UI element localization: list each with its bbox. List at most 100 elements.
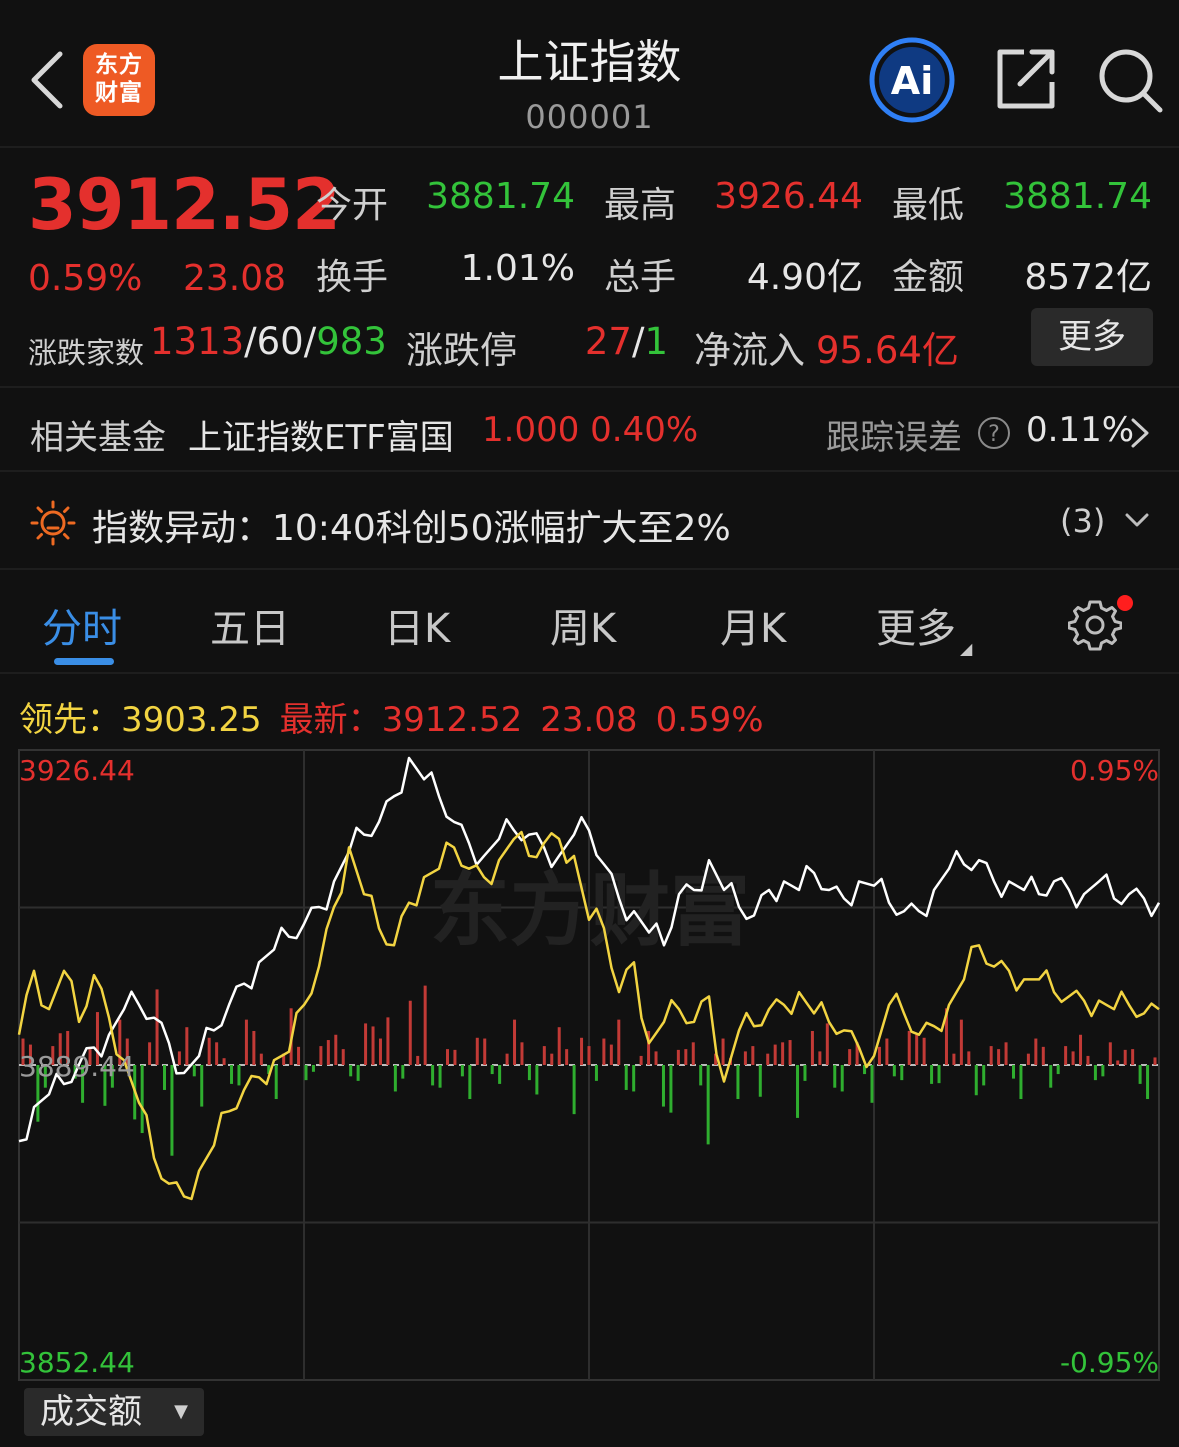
limit-up-count: 27	[584, 320, 632, 363]
volume-bar	[684, 1049, 688, 1065]
tab-more[interactable]: 更多 ◢	[876, 596, 972, 658]
volume-bar	[639, 1055, 643, 1065]
chevron-down-icon[interactable]	[1124, 510, 1150, 530]
volume-bar	[743, 1051, 747, 1065]
volume-bar	[803, 1065, 807, 1081]
volume-bar	[259, 1053, 263, 1065]
volume-bar	[751, 1046, 755, 1065]
volume-bar	[1026, 1053, 1030, 1065]
volume-bar	[572, 1065, 576, 1115]
tab-five-day[interactable]: 五日	[210, 596, 290, 654]
fund-name: 上证指数ETF富国	[188, 418, 454, 458]
notification-dot	[1117, 595, 1133, 611]
volume-bar	[371, 1026, 375, 1065]
tab-daily-k[interactable]: 日K	[384, 596, 450, 654]
volume-bar	[632, 1065, 636, 1092]
more-button[interactable]: 更多	[1031, 308, 1153, 366]
low-value: 3881.74	[1003, 176, 1152, 217]
index-alert-row[interactable]: 指数异动：10:40科创50涨幅扩大至2% (3)	[0, 474, 1179, 570]
volume-bar	[401, 1065, 405, 1079]
volume-bar	[922, 1037, 926, 1065]
breadth-label: 涨跌家数	[28, 336, 145, 370]
volume-bar	[326, 1040, 330, 1065]
volume-bar	[1086, 1055, 1090, 1065]
chevron-right-icon[interactable]	[1128, 416, 1152, 450]
latest-change: 23.08	[540, 700, 638, 740]
search-icon[interactable]	[1096, 46, 1164, 114]
volume-bar	[587, 1046, 591, 1065]
gear-icon[interactable]	[1068, 598, 1122, 652]
volume-indicator-select[interactable]: 成交额 ▼	[24, 1388, 204, 1436]
volume-bar	[781, 1042, 785, 1065]
volume-bar	[1146, 1065, 1150, 1100]
volume-bar	[736, 1065, 740, 1100]
turnover-value: 1.01%	[460, 248, 575, 289]
volume-bar	[513, 1019, 517, 1065]
volume-bar	[297, 1046, 301, 1065]
volume-bar	[364, 1023, 368, 1065]
caret-icon: ◢	[960, 639, 973, 658]
volume-bar	[550, 1053, 554, 1065]
volume-bar	[952, 1053, 956, 1065]
volume-bar	[431, 1065, 435, 1086]
tab-intraday[interactable]: 分时	[42, 596, 122, 654]
volume-bar	[1056, 1065, 1060, 1075]
open-label: 今开	[316, 185, 389, 226]
volume-bar	[997, 1049, 1001, 1065]
latest-label: 最新：	[279, 700, 382, 740]
change-percent: 0.59%	[28, 258, 143, 299]
volume-bar	[565, 1049, 569, 1065]
volume-bar	[446, 1049, 449, 1065]
quote-panel: 3912.52 0.59% 23.08 今开 3881.74 最高 3926.4…	[0, 150, 1179, 388]
share-icon[interactable]	[994, 46, 1058, 112]
tab-monthly-k[interactable]: 月K	[720, 596, 786, 654]
volume-bar	[818, 1051, 822, 1065]
volume-bar	[542, 1046, 546, 1065]
lead-label: 领先：	[19, 700, 121, 740]
volume-bar	[833, 1065, 837, 1088]
volume-bar	[654, 1051, 658, 1065]
volume-bar	[349, 1065, 353, 1077]
volume-bar	[870, 1065, 874, 1103]
volume-bar	[535, 1065, 539, 1095]
help-icon[interactable]: ?	[977, 416, 1011, 450]
lead-value: 3903.25	[121, 700, 262, 740]
active-tab-indicator	[54, 658, 114, 665]
volume-bar	[408, 1000, 412, 1065]
volume-bar	[200, 1065, 204, 1107]
volume-bar	[148, 1042, 152, 1065]
inflow-value: 95.64亿	[816, 329, 959, 372]
tracking-error-label: 跟踪误差	[826, 418, 962, 458]
intraday-chart-svg[interactable]: 东方财富	[0, 748, 1179, 1388]
volume-bar	[215, 1042, 219, 1065]
ai-assistant-icon[interactable]: Ai	[868, 36, 956, 124]
volume-bar	[252, 1030, 256, 1065]
flat-count: 60	[256, 320, 304, 363]
volume-bar	[483, 1038, 487, 1065]
volume-bar	[1093, 1065, 1097, 1081]
tab-weekly-k[interactable]: 周K	[550, 596, 616, 654]
volume-bar	[1019, 1065, 1023, 1100]
volume-bar	[669, 1065, 673, 1113]
volume-bar	[170, 1065, 174, 1156]
volume-bar	[691, 1042, 695, 1065]
volume-bar	[1041, 1046, 1045, 1065]
turnover-label: 换手	[316, 257, 389, 298]
volume-bar	[617, 1019, 621, 1065]
intraday-chart[interactable]: 东方财富 3926.44 0.95% 3889.44 3852.44 -0.95…	[0, 748, 1179, 1388]
limit-label: 涨跌停	[406, 329, 517, 372]
fund-pct: 0.40%	[590, 410, 699, 450]
volume-value: 4.90亿	[746, 257, 863, 298]
volume-bar	[624, 1065, 628, 1090]
volume-bar	[423, 985, 427, 1065]
volume-label: 总手	[604, 257, 677, 298]
volume-bar	[1138, 1065, 1142, 1084]
inflow-label: 净流入	[694, 329, 805, 372]
volume-bar	[1064, 1046, 1068, 1065]
volume-bar	[915, 1034, 919, 1065]
volume-bar	[788, 1040, 792, 1065]
volume-bar	[1108, 1042, 1112, 1065]
chart-period-tabs: 分时 五日 日K 周K 月K 更多 ◢	[0, 572, 1179, 674]
alert-text: 指数异动：10:40科创50涨幅扩大至2%	[92, 508, 731, 549]
volume-bar	[766, 1053, 770, 1065]
